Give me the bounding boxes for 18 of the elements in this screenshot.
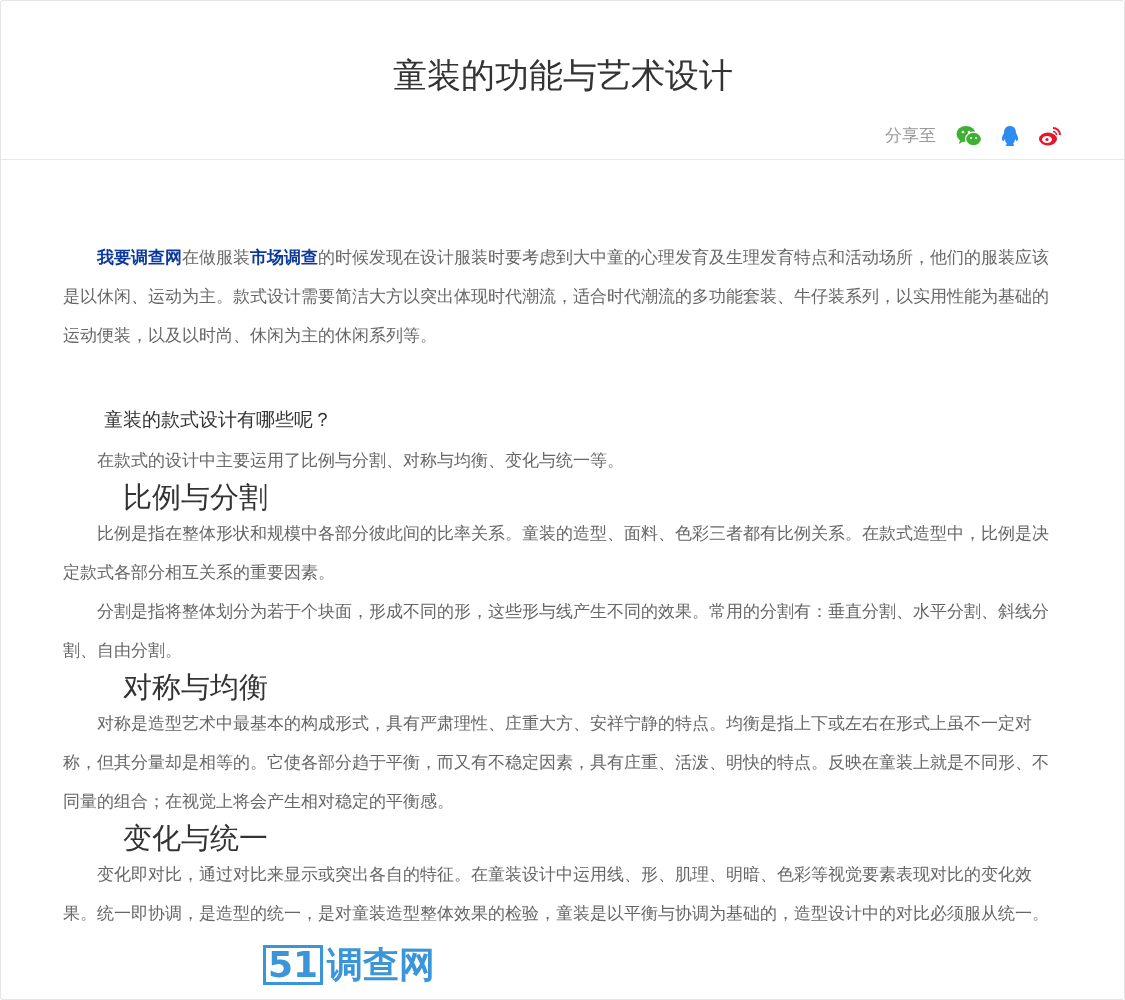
site-logo: 51 调查网 xyxy=(263,944,436,985)
penguin-icon[interactable] xyxy=(1000,124,1020,147)
article-paragraph: 我要调查网在做服装市场调查的时候发现在设计服装时要考虑到大中童的心理发育及生理发育特点和活动场所，他们的服装应该是以休闲、运动为主。款式设计需要简洁大方以突出体现时代潮流，适合时代潮流的多功能套装、牛仔装系列，以实用性能为基础的运动便装，以及以时尚、休闲为主的休闲系列等。 xyxy=(63,245,1050,347)
section-heading: 变化与统一 xyxy=(122,820,269,855)
article-paragraph: 比例是指在整体形状和规模中各部分彼此间的比率关系。童装的造型、面料、色彩三者都有比例关系。在款式造型中，比例是决定款式各部分相互关系的重要因素。 xyxy=(63,521,1050,584)
article-paragraph: 变化即对比，通过对比来显示或突出各自的特征。在童装设计中运用线、形、肌理、明暗、色彩等视觉要素表现对比的变化效果。统一即协调，是造型的统一，是对童装造型整体效果的检验，童装是以平衡与协调为基础的，造型设计中的对比必须服从统一。 xyxy=(63,862,1050,925)
weibo-icon[interactable] xyxy=(1038,124,1062,147)
article-link[interactable]: 市场调查 xyxy=(250,246,318,267)
wechat-icon[interactable] xyxy=(956,124,982,147)
section-question: 童装的款式设计有哪些呢？ xyxy=(103,406,333,432)
article-paragraph: 分割是指将整体划分为若于个块面，形成不同的形，这些形与线产生不同的效果。常用的分割有：垂直分割、水平分割、斜线分割、自由分割。 xyxy=(63,599,1050,662)
section-heading: 对称与均衡 xyxy=(122,669,269,704)
share-label: 分享至 xyxy=(885,124,936,147)
article-paragraph: 对称是造型艺术中最基本的构成形式，具有严肃理性、庄重大方、安祥宁静的特点。均衡是指上下或左右在形式上虽不一定对称，但其分量却是相等的。它使各部分趋于平衡，而又有不稳定因素，具有庄重、活泼、明快的特点。反映在童装上就是不同形、不同量的组合；在视觉上将会产生相对稳定的平衡感。 xyxy=(63,711,1050,813)
article-paragraph: 在款式的设计中主要运用了比例与分割、对称与均衡、变化与统一等。 xyxy=(96,448,625,472)
article-title: 童装的功能与艺术设计 xyxy=(391,54,734,97)
article-link[interactable]: 我要调查网 xyxy=(97,246,182,267)
section-heading: 比例与分割 xyxy=(122,479,269,514)
